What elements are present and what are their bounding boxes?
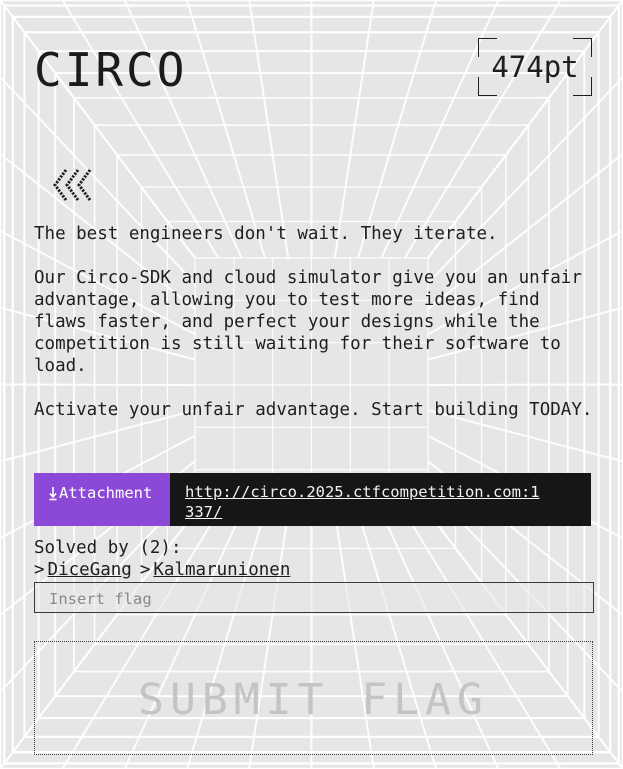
description-paragraph-3: Activate your unfair advantage. Start bu… xyxy=(34,400,593,420)
chevron-right-icon: > xyxy=(34,560,45,580)
chevron-right-icon: > xyxy=(139,560,151,580)
challenge-title: CIRCO xyxy=(34,43,188,97)
description-paragraph-1: The best engineers don't wait. They iter… xyxy=(34,224,498,244)
back-button[interactable] xyxy=(52,166,96,204)
solver-item: > Kalmarunionen xyxy=(140,559,291,581)
download-icon xyxy=(49,487,57,501)
solver-item: > DiceGang xyxy=(34,559,132,581)
submit-flag-button[interactable]: SUBMIT FLAG xyxy=(34,641,593,755)
solved-by-label: Solved by (2): xyxy=(34,538,182,558)
solvers-list: > DiceGang > Kalmarunionen xyxy=(34,559,298,581)
attachment-link[interactable]: http://circo.2025.ctfcompetition.com:133… xyxy=(170,473,545,526)
solver-link[interactable]: DiceGang xyxy=(48,559,132,581)
attachment-bar: Attachment http://circo.2025.ctfcompetit… xyxy=(34,473,591,526)
description-paragraph-2: Our Circo-SDK and cloud simulator give y… xyxy=(34,268,593,376)
challenge-card: CIRCO 474pt The best engineers don't wai… xyxy=(0,0,623,769)
attachment-label-text: Attachment xyxy=(59,484,153,502)
triple-chevron-left-icon xyxy=(53,169,92,201)
submit-flag-label: SUBMIT FLAG xyxy=(138,675,489,725)
solver-link[interactable]: Kalmarunionen xyxy=(153,559,290,581)
points-value: 474pt xyxy=(491,50,579,84)
points-badge: 474pt xyxy=(478,38,592,96)
flag-input[interactable] xyxy=(34,582,594,613)
attachment-label: Attachment xyxy=(34,473,170,526)
